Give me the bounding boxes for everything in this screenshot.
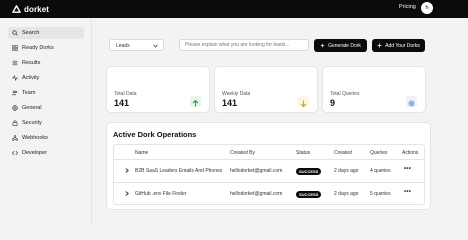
sidebar-item-activity[interactable]: Activity xyxy=(8,72,84,84)
stat-card-total-queries: Total Queries 9 xyxy=(322,66,426,113)
chevron-right-icon[interactable] xyxy=(125,168,129,173)
users-icon xyxy=(12,90,18,96)
top-bar: dorket Pricing h xyxy=(0,0,468,18)
status-badge: SUCCESS xyxy=(296,168,322,175)
sidebar-item-developer[interactable]: Developer xyxy=(8,147,84,159)
chevron-right-icon[interactable] xyxy=(125,191,129,196)
add-your-dorks-button[interactable]: Add Your Dorks xyxy=(372,39,425,52)
sidebar-item-label: Ready Dorks xyxy=(22,45,54,51)
sidebar-item-ready-dorks[interactable]: Ready Dorks xyxy=(8,42,84,54)
sidebar-item-label: Results xyxy=(22,60,41,66)
row-created: 2 days ago xyxy=(334,191,359,197)
code-icon xyxy=(12,150,18,156)
circle-icon xyxy=(406,96,417,107)
chevron-down-icon xyxy=(153,44,158,48)
sidebar-item-label: Activity xyxy=(22,75,40,81)
arrow-down-icon xyxy=(298,96,309,108)
pricing-link[interactable]: Pricing xyxy=(399,4,416,10)
grid-icon xyxy=(12,45,18,51)
category-select[interactable]: Leads xyxy=(109,39,164,51)
sidebar-item-search[interactable]: Search xyxy=(8,27,84,39)
sidebar-item-label: Developer xyxy=(22,150,48,156)
dorket-logo-icon xyxy=(12,4,21,13)
arrow-up-icon xyxy=(190,96,201,107)
divider xyxy=(114,182,424,183)
brand[interactable]: dorket xyxy=(12,3,49,15)
stat-value: 9 xyxy=(330,98,336,108)
stat-card-total-data: Total Data 141 xyxy=(106,66,210,113)
stat-value: 141 xyxy=(222,98,238,108)
stat-label: Total Queries xyxy=(330,91,360,97)
search-input[interactable] xyxy=(179,39,309,51)
sidebar-item-security[interactable]: Security xyxy=(8,117,84,129)
app-name: dorket xyxy=(24,4,50,14)
sidebar-item-webhooks[interactable]: Webhooks xyxy=(8,132,84,144)
column-header-status[interactable]: Status xyxy=(296,150,310,156)
column-header-created[interactable]: Created xyxy=(334,150,352,156)
sidebar-item-team[interactable]: Team xyxy=(8,87,84,99)
status-badge: SUCCESS xyxy=(296,191,322,198)
sidebar-item-results[interactable]: Results xyxy=(8,57,84,69)
column-header-name[interactable]: Name xyxy=(135,150,148,156)
sidebar-item-label: Security xyxy=(22,120,42,126)
column-header-created-by[interactable]: Created By xyxy=(230,150,255,156)
sidebar-item-label: General xyxy=(22,105,42,111)
generate-dork-button[interactable]: Generate Dork xyxy=(314,39,367,52)
stat-label: Total Data xyxy=(114,91,137,97)
sidebar-item-general[interactable]: General xyxy=(8,102,84,114)
add-your-dorks-label: Add Your Dorks xyxy=(385,42,420,49)
column-header-queries[interactable]: Queries xyxy=(370,150,388,156)
sparkle-icon xyxy=(320,43,325,48)
plus-icon xyxy=(377,43,382,48)
section-title: Active Dork Operations xyxy=(113,130,197,139)
globe-icon xyxy=(12,105,18,111)
row-created: 2 days ago xyxy=(334,168,359,174)
row-created-by: hellodorket@gmail.com xyxy=(230,168,283,174)
stat-card-weekly-data: Weekly Data 141 xyxy=(214,66,318,113)
generate-dork-label: Generate Dork xyxy=(328,42,361,49)
webhook-icon xyxy=(12,135,18,141)
sidebar-item-label: Webhooks xyxy=(22,135,48,141)
row-queries: 5 queries xyxy=(370,191,391,197)
sidebar-item-label: Search xyxy=(22,30,40,36)
column-header-actions: Actions xyxy=(402,150,419,156)
row-created-by: hellodorket@gmail.com xyxy=(230,191,283,197)
sidebar-item-label: Team xyxy=(22,90,36,96)
row-queries: 4 queries xyxy=(370,168,391,174)
stat-value: 141 xyxy=(114,98,130,108)
main-content: Leads Generate Dork Add Your Dorks Total… xyxy=(92,18,468,225)
list-icon xyxy=(12,60,18,66)
search-icon xyxy=(12,30,18,36)
lock-icon xyxy=(12,120,18,126)
operations-table: Name Created By Status Created Queries A… xyxy=(113,144,425,205)
active-operations-panel: Active Dork Operations Name Created By S… xyxy=(106,122,431,210)
row-name: GitHub .env File Finder xyxy=(135,191,187,197)
category-select-value: Leads xyxy=(116,43,130,49)
stat-label: Weekly Data xyxy=(222,91,251,97)
divider xyxy=(114,159,424,160)
sidebar: Search Ready Dorks Results Activity Team… xyxy=(0,18,92,225)
activity-icon xyxy=(12,75,18,81)
more-actions-icon[interactable]: ••• xyxy=(404,166,411,172)
row-name: B2B SaaS Leaders Emails And Phones xyxy=(135,168,223,174)
user-avatar[interactable]: h xyxy=(421,2,433,14)
more-actions-icon[interactable]: ••• xyxy=(404,189,411,195)
